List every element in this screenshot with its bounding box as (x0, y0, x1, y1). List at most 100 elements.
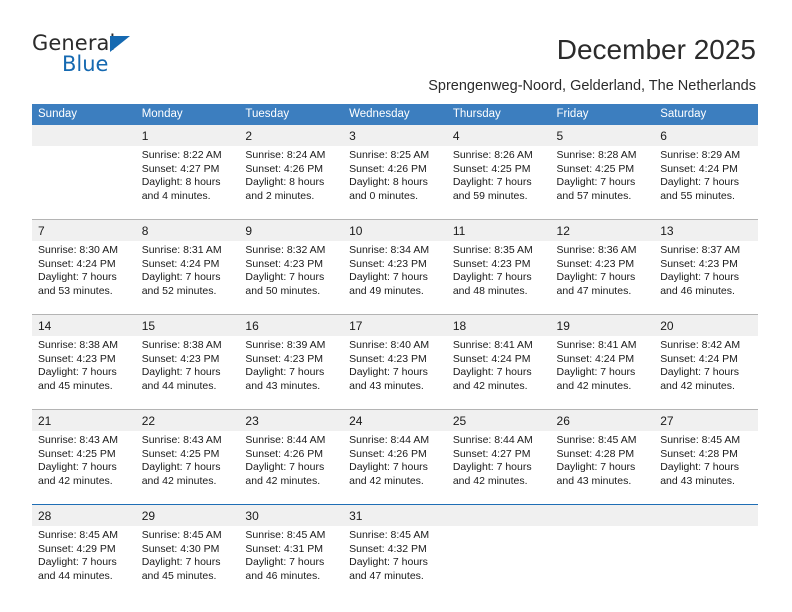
day-number[interactable]: 31 (343, 505, 447, 526)
day-cell: Sunrise: 8:45 AM Sunset: 4:32 PM Daylight:… (343, 526, 447, 599)
day-cell: Sunrise: 8:32 AM Sunset: 4:23 PM Daylight:… (239, 241, 344, 314)
day-number[interactable]: 8 (135, 220, 240, 241)
day-number[interactable]: 1 (135, 125, 240, 146)
sunrise-time: Sunrise: 8:41 AM (452, 339, 533, 351)
day-number[interactable]: 5 (550, 125, 655, 146)
sunrise-time: Sunrise: 8:40 AM (349, 339, 430, 351)
day-cell: Sunrise: 8:41 AM Sunset: 4:24 PM Daylight:… (550, 336, 655, 409)
day-cell: Sunrise: 8:38 AM Sunset: 4:23 PM Daylight:… (32, 336, 136, 409)
daylight-duration-line2: and 44 minutes. (141, 379, 217, 392)
day-number[interactable]: 14 (32, 315, 136, 336)
daylight-duration-line1: Daylight: 7 hours (660, 176, 740, 189)
day-cell: Sunrise: 8:30 AM Sunset: 4:24 PM Daylight:… (32, 241, 136, 314)
daylight-duration-line1: Daylight: 7 hours (556, 176, 636, 189)
sunset-time: Sunset: 4:23 PM (556, 257, 635, 270)
daylight-duration-line1: Daylight: 7 hours (660, 366, 740, 379)
daylight-duration-line2: and 57 minutes. (556, 189, 632, 202)
daylight-duration-line1: Daylight: 7 hours (452, 461, 532, 474)
day-number[interactable]: 11 (446, 220, 551, 241)
day-number[interactable]: 21 (32, 410, 136, 431)
daylight-duration-line2: and 42 minutes. (245, 474, 321, 487)
day-number[interactable]: 27 (654, 410, 758, 431)
sunrise-time: Sunrise: 8:36 AM (556, 244, 637, 256)
sunrise-time: Sunrise: 8:44 AM (452, 434, 533, 446)
sunset-time: Sunset: 4:30 PM (141, 542, 220, 555)
sunrise-time: Sunrise: 8:38 AM (38, 339, 118, 351)
day-number[interactable]: 10 (343, 220, 447, 241)
day-number[interactable]: 12 (550, 220, 655, 241)
day-number[interactable]: 26 (550, 410, 655, 431)
day-number[interactable]: 19 (550, 315, 655, 336)
day-number[interactable]: 9 (239, 220, 344, 241)
day-cell: Sunrise: 8:44 AM Sunset: 4:26 PM Daylight:… (239, 431, 344, 504)
day-number[interactable]: 28 (32, 505, 136, 526)
daylight-duration-line2: and 44 minutes. (38, 569, 113, 582)
day-cell: Sunrise: 8:45 AM Sunset: 4:29 PM Daylight:… (32, 526, 136, 599)
daylight-duration-line2: and 48 minutes. (452, 284, 528, 297)
day-number[interactable]: 13 (654, 220, 758, 241)
day-number[interactable]: 17 (343, 315, 447, 336)
day-cell: Sunrise: 8:38 AM Sunset: 4:23 PM Daylight:… (135, 336, 240, 409)
day-number[interactable]: 2 (239, 125, 344, 146)
weekday-header-thursday: Thursday (446, 104, 551, 125)
sunrise-time: Sunrise: 8:43 AM (38, 434, 118, 446)
day-number[interactable]: 15 (135, 315, 240, 336)
daylight-duration-line2: and 4 minutes. (141, 189, 211, 202)
daylight-duration-line1: Daylight: 7 hours (245, 556, 325, 569)
sunset-time: Sunset: 4:24 PM (660, 352, 738, 365)
sunset-time: Sunset: 4:32 PM (349, 542, 427, 555)
day-cell: Sunrise: 8:45 AM Sunset: 4:30 PM Daylight:… (135, 526, 240, 599)
day-number[interactable]: 4 (446, 125, 551, 146)
sunset-time: Sunset: 4:27 PM (452, 447, 531, 460)
daylight-duration-line2: and 45 minutes. (141, 569, 217, 582)
sunset-time: Sunset: 4:23 PM (349, 257, 427, 270)
day-cell: Sunrise: 8:45 AM Sunset: 4:28 PM Daylight:… (654, 431, 758, 504)
day-number[interactable]: 24 (343, 410, 447, 431)
daylight-duration-line2: and 46 minutes. (660, 284, 735, 297)
day-cell: Sunrise: 8:35 AM Sunset: 4:23 PM Daylight:… (446, 241, 551, 314)
calendar-page: General Blue December 2025 Sprengenweg-N… (0, 0, 792, 612)
daylight-duration-line2: and 42 minutes. (556, 379, 632, 392)
sunrise-time: Sunrise: 8:38 AM (141, 339, 222, 351)
generalblue-logo[interactable]: General Blue (32, 32, 182, 80)
day-number[interactable]: 20 (654, 315, 758, 336)
logo-text-blue: Blue (62, 52, 109, 76)
sunrise-sunset-calendar: Sunday Monday Tuesday Wednesday Thursday… (32, 104, 758, 599)
day-number[interactable]: 6 (654, 125, 758, 146)
page-header: General Blue December 2025 Sprengenweg-N… (0, 0, 792, 100)
day-number[interactable]: 7 (32, 220, 136, 241)
day-number[interactable]: 22 (135, 410, 240, 431)
sunset-time: Sunset: 4:28 PM (660, 447, 738, 460)
week-daynumber-row: 14 15 16 17 18 19 20 (32, 315, 758, 336)
day-number-empty (654, 505, 758, 526)
sunset-time: Sunset: 4:28 PM (556, 447, 635, 460)
sunrise-time: Sunrise: 8:31 AM (141, 244, 222, 256)
daylight-duration-line2: and 42 minutes. (452, 474, 528, 487)
day-number[interactable]: 16 (239, 315, 344, 336)
day-number[interactable]: 25 (446, 410, 551, 431)
sunset-time: Sunset: 4:24 PM (452, 352, 531, 365)
day-number[interactable]: 18 (446, 315, 551, 336)
weekday-header-saturday: Saturday (654, 104, 758, 125)
day-cell: Sunrise: 8:43 AM Sunset: 4:25 PM Daylight:… (135, 431, 240, 504)
day-number-empty (32, 125, 136, 146)
daylight-duration-line2: and 45 minutes. (38, 379, 113, 392)
sunset-time: Sunset: 4:26 PM (349, 447, 427, 460)
daylight-duration-line2: and 42 minutes. (349, 474, 424, 487)
day-number[interactable]: 3 (343, 125, 447, 146)
sunset-time: Sunset: 4:29 PM (38, 542, 116, 555)
daylight-duration-line1: Daylight: 7 hours (141, 461, 221, 474)
weekday-header-wednesday: Wednesday (343, 104, 447, 125)
day-number[interactable]: 23 (239, 410, 344, 431)
sunset-time: Sunset: 4:25 PM (452, 162, 531, 175)
daylight-duration-line1: Daylight: 7 hours (349, 556, 428, 569)
daylight-duration-line1: Daylight: 7 hours (452, 176, 532, 189)
day-cell: Sunrise: 8:45 AM Sunset: 4:31 PM Daylight:… (239, 526, 344, 599)
day-number[interactable]: 30 (239, 505, 344, 526)
day-cell-empty (446, 526, 551, 599)
daylight-duration-line2: and 0 minutes. (349, 189, 418, 202)
daylight-duration-line1: Daylight: 7 hours (556, 461, 636, 474)
daylight-duration-line1: Daylight: 7 hours (349, 271, 428, 284)
daylight-duration-line1: Daylight: 7 hours (556, 366, 636, 379)
day-number[interactable]: 29 (135, 505, 240, 526)
